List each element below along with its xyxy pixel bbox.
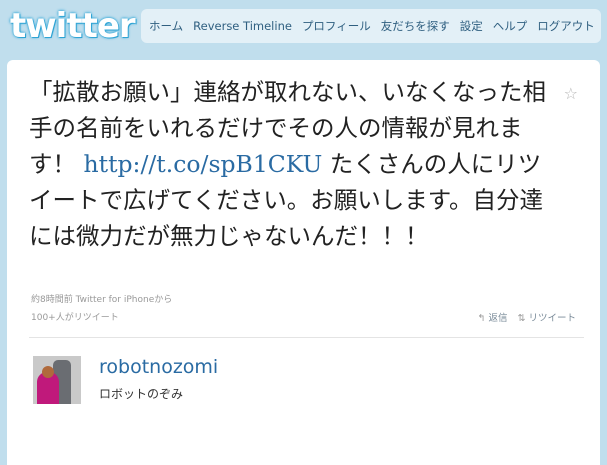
tweet-actions: ↰ 返信 ⇅ リツイート: [478, 310, 576, 324]
top-bar: twitter ホーム Reverse Timeline プロフィール 友だちを…: [0, 0, 607, 54]
username[interactable]: robotnozomi: [99, 356, 218, 378]
nav-reverse-timeline[interactable]: Reverse Timeline: [193, 19, 292, 33]
retweet-count: 100+人がリツイート: [31, 313, 119, 323]
reply-icon: ↰: [477, 313, 486, 324]
nav-logout[interactable]: ログアウト: [537, 18, 595, 34]
tweet-time[interactable]: 約8時間前: [31, 295, 73, 305]
retweet-button[interactable]: ⇅ リツイート: [518, 310, 576, 324]
nav-home[interactable]: ホーム: [149, 18, 183, 34]
nav-find-friends[interactable]: 友だちを探す: [381, 18, 450, 34]
retweet-icon: ⇅: [517, 313, 526, 324]
reply-label: 返信: [488, 313, 508, 324]
tweet-panel: 「拡散お願い」連絡が取れない、いなくなった相手の名前をいれるだけでその人の情報が…: [7, 60, 600, 465]
star-icon[interactable]: ☆: [564, 84, 578, 103]
tweet-text: 「拡散お願い」連絡が取れない、いなくなった相手の名前をいれるだけでその人の情報が…: [29, 74, 554, 254]
divider: [29, 337, 584, 338]
retweet-label: リツイート: [528, 313, 576, 324]
tweet-via[interactable]: Twitter for iPhoneから: [76, 295, 173, 305]
avatar[interactable]: [33, 356, 81, 404]
nav-help[interactable]: ヘルプ: [493, 18, 528, 34]
nav-bar: ホーム Reverse Timeline プロフィール 友だちを探す 設定 ヘル…: [141, 9, 601, 43]
display-name: ロボットのぞみ: [99, 387, 184, 401]
nav-settings[interactable]: 設定: [460, 18, 483, 34]
girl-head: [42, 366, 54, 378]
twitter-logo[interactable]: twitter: [10, 6, 136, 46]
tweet-meta: 約8時間前 Twitter for iPhoneから: [31, 292, 172, 305]
reply-button[interactable]: ↰ 返信: [478, 310, 508, 324]
nav-profile[interactable]: プロフィール: [302, 18, 371, 34]
tweet-link[interactable]: http://t.co/spB1CKU: [83, 150, 322, 178]
